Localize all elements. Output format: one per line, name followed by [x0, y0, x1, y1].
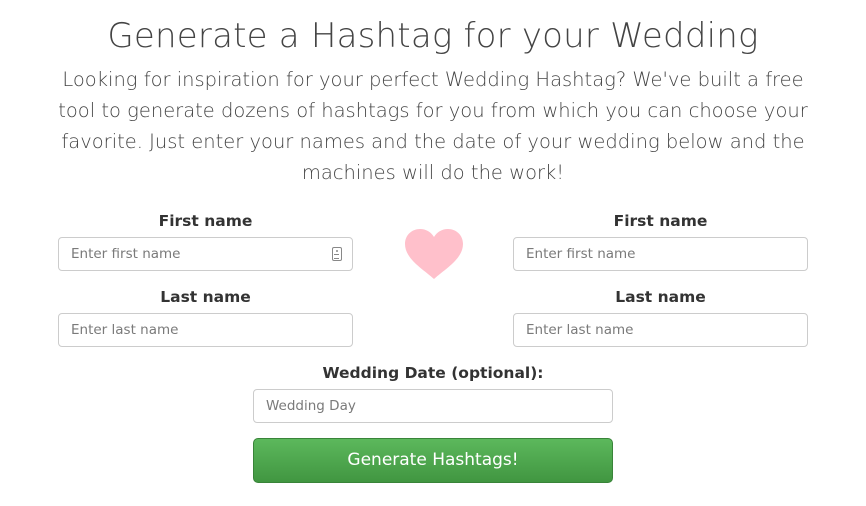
wedding-date-input[interactable] — [253, 389, 613, 423]
partner2-last-name-label: Last name — [615, 288, 706, 306]
generate-hashtags-button[interactable]: Generate Hashtags! — [253, 438, 613, 483]
partner1-last-name-label: Last name — [160, 288, 251, 306]
partner2-last-name-input[interactable] — [513, 313, 808, 347]
heart-icon — [405, 229, 463, 279]
partner2-first-name-input[interactable] — [513, 237, 808, 271]
partner1-first-name-input[interactable] — [58, 237, 353, 271]
contact-card-icon[interactable] — [332, 247, 342, 261]
partner1-last-name-input[interactable] — [58, 313, 353, 347]
page-title: Generate a Hashtag for your Wedding — [107, 16, 759, 56]
partner1-first-name-label: First name — [158, 212, 253, 230]
partner2-first-name-label: First name — [613, 212, 708, 230]
intro-text: Looking for inspiration for your perfect… — [58, 68, 808, 184]
wedding-date-label: Wedding Date (optional): — [322, 364, 544, 382]
